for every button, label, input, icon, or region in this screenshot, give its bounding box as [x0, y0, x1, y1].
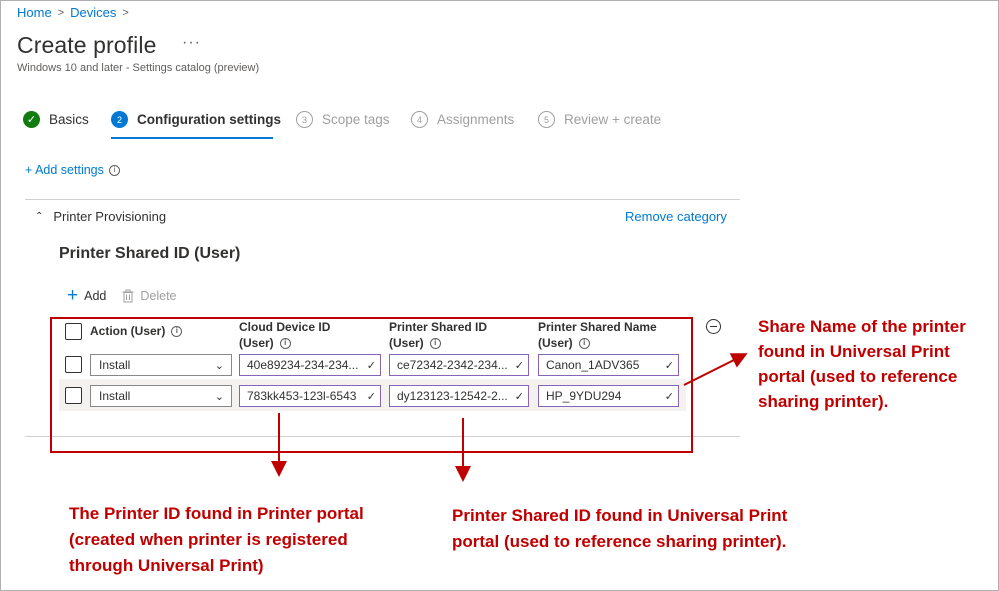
- info-icon[interactable]: i: [279, 337, 291, 349]
- chevron-up-icon: ⌃: [35, 211, 44, 222]
- annotation-arrow: [683, 353, 748, 386]
- action-dropdown[interactable]: Install ⌄: [90, 354, 232, 376]
- column-label: Action (User): [90, 324, 166, 338]
- field-value: 783kk453-123l-6543: [247, 389, 357, 403]
- step-scope-tags[interactable]: 3 Scope tags: [296, 111, 390, 128]
- annotation-share-name: Share Name of the printer found in Unive…: [758, 317, 966, 411]
- column-label: Cloud Device ID: [239, 320, 331, 334]
- section-divider: [25, 199, 740, 200]
- chevron-down-icon: ⌄: [214, 390, 224, 403]
- field-value: Canon_1ADV365: [546, 358, 640, 372]
- step-basics[interactable]: ✓ Basics: [23, 111, 89, 128]
- step-number: 5: [538, 111, 555, 128]
- active-step-indicator: [111, 137, 273, 139]
- add-settings-link[interactable]: + Add settings i: [25, 163, 120, 177]
- setting-toolbar: + Add Delete: [67, 285, 177, 306]
- category-header[interactable]: ⌃ Printer Provisioning: [35, 209, 166, 224]
- page-title: Create profile: [17, 32, 157, 58]
- page-subtitle: Windows 10 and later - Settings catalog …: [17, 62, 260, 74]
- column-header-action: Action (User) i: [90, 323, 183, 339]
- checkmark-icon: ✓: [23, 111, 40, 128]
- annotation-printer-id: The Printer ID found in Printer portal (…: [69, 504, 364, 575]
- info-icon[interactable]: i: [429, 337, 441, 349]
- checkmark-icon: ✓: [664, 359, 674, 372]
- field-value: dy123123-12542-2...: [397, 389, 508, 403]
- row-checkbox[interactable]: [65, 387, 82, 404]
- delete-button[interactable]: Delete: [122, 289, 177, 303]
- step-label: Basics: [49, 112, 89, 127]
- add-icon: +: [67, 285, 79, 306]
- add-button[interactable]: + Add: [67, 285, 107, 306]
- add-settings-label: + Add settings: [25, 163, 104, 177]
- checkmark-icon: ✓: [514, 390, 524, 403]
- field-value: HP_9YDU294: [546, 389, 622, 403]
- remove-category-link[interactable]: Remove category: [625, 209, 727, 224]
- field-value: 40e89234-234-234...: [247, 358, 359, 372]
- chevron-right-icon: >: [122, 6, 129, 19]
- breadcrumb: Home > Devices >: [17, 5, 129, 20]
- section-divider: [25, 436, 740, 437]
- dropdown-value: Install: [99, 358, 131, 372]
- column-label: Printer Shared Name: [538, 320, 657, 334]
- chevron-down-icon: ⌄: [214, 359, 224, 372]
- chevron-right-icon: >: [57, 6, 65, 19]
- setting-title: Printer Shared ID (User): [59, 245, 241, 262]
- annotation-printer-shared-id: Printer Shared ID found in Universal Pri…: [452, 506, 788, 551]
- dropdown-value: Install: [99, 389, 131, 403]
- printer-shared-id-field[interactable]: ce72342-2342-234... ✓: [389, 354, 529, 376]
- info-icon[interactable]: i: [171, 325, 183, 337]
- printer-shared-id-field[interactable]: dy123123-12542-2... ✓: [389, 385, 529, 407]
- field-value: ce72342-2342-234...: [397, 358, 508, 372]
- row-checkbox[interactable]: [65, 356, 82, 373]
- column-label-suffix: (User): [239, 336, 274, 350]
- checkmark-icon: ✓: [514, 359, 524, 372]
- info-icon[interactable]: i: [578, 337, 590, 349]
- checkmark-icon: ✓: [366, 390, 376, 403]
- printer-shared-name-field[interactable]: HP_9YDU294 ✓: [538, 385, 679, 407]
- breadcrumb-home[interactable]: Home: [17, 5, 52, 20]
- step-label: Assignments: [437, 112, 515, 127]
- select-all-checkbox[interactable]: [65, 323, 82, 340]
- column-header-printer-shared-name: Printer Shared Name (User) i: [538, 319, 657, 351]
- step-configuration-settings[interactable]: 2 Configuration settings: [111, 111, 281, 128]
- remove-setting-icon[interactable]: [706, 319, 721, 334]
- step-assignments[interactable]: 4 Assignments: [411, 111, 514, 128]
- column-label-suffix: (User): [538, 336, 573, 350]
- info-icon[interactable]: i: [108, 164, 120, 176]
- checkmark-icon: ✓: [366, 359, 376, 372]
- trash-icon: [122, 289, 134, 303]
- add-label: Add: [84, 289, 107, 303]
- step-number: 2: [111, 111, 128, 128]
- step-label: Configuration settings: [137, 112, 281, 127]
- delete-label: Delete: [140, 289, 177, 303]
- breadcrumb-devices[interactable]: Devices: [70, 5, 116, 20]
- step-review-create[interactable]: 5 Review + create: [538, 111, 661, 128]
- step-number: 4: [411, 111, 428, 128]
- category-name: Printer Provisioning: [53, 209, 167, 224]
- column-header-printer-shared-id: Printer Shared ID (User) i: [389, 319, 487, 351]
- cloud-device-id-field[interactable]: 783kk453-123l-6543 ✓: [239, 385, 381, 407]
- step-label: Review + create: [564, 112, 662, 127]
- column-label-suffix: (User): [389, 336, 424, 350]
- step-label: Scope tags: [322, 112, 390, 127]
- cloud-device-id-field[interactable]: 40e89234-234-234... ✓: [239, 354, 381, 376]
- column-header-cloud-device-id: Cloud Device ID (User) i: [239, 319, 330, 351]
- more-options-icon[interactable]: ···: [182, 34, 201, 52]
- printer-shared-name-field[interactable]: Canon_1ADV365 ✓: [538, 354, 679, 376]
- checkmark-icon: ✓: [664, 390, 674, 403]
- step-number: 3: [296, 111, 313, 128]
- action-dropdown[interactable]: Install ⌄: [90, 385, 232, 407]
- column-label: Printer Shared ID: [389, 320, 488, 334]
